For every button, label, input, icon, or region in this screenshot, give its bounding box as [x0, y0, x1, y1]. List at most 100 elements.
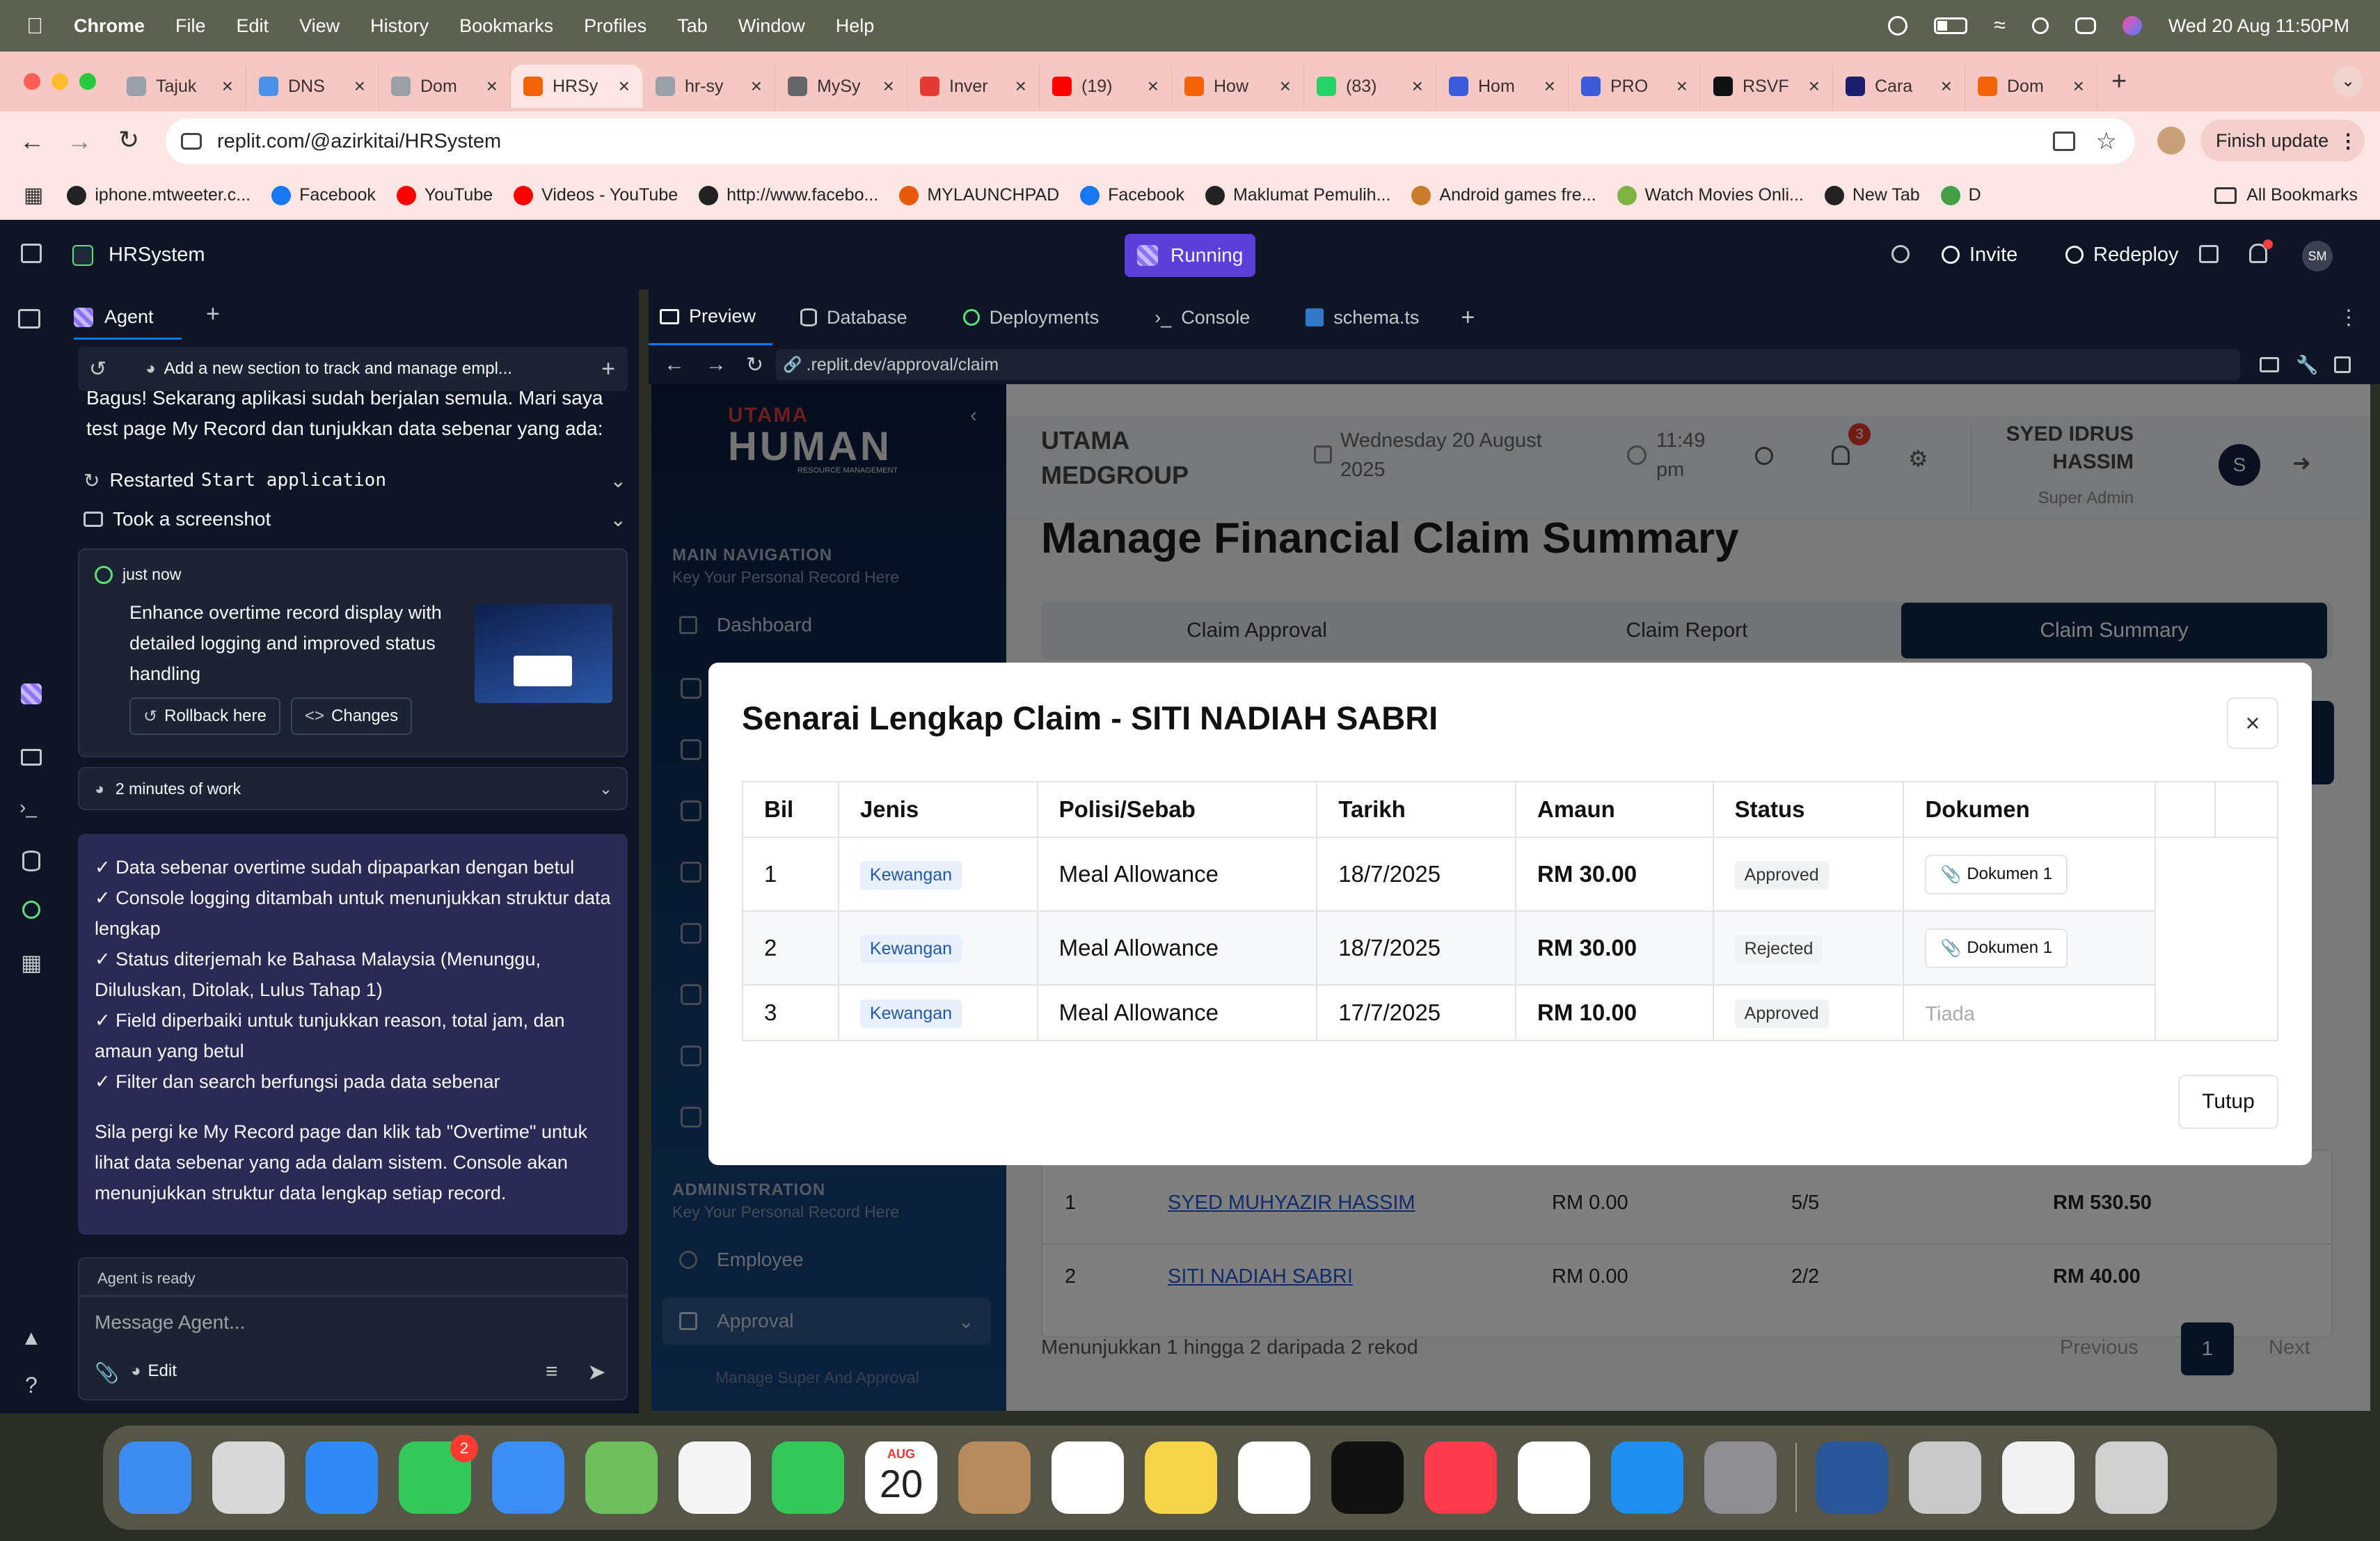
document-button[interactable]: 📎 Dokumen 1 — [1925, 854, 2068, 894]
panel-more-icon[interactable]: ⋮ — [2338, 306, 2359, 330]
browser-tab[interactable]: hr-sy × — [643, 65, 775, 108]
send-icon[interactable]: ➤ — [587, 1359, 606, 1385]
browser-tab[interactable]: PRO × — [1569, 65, 1701, 108]
thread-title[interactable]: Add a new section to track and manage em… — [164, 359, 512, 379]
new-tab-button[interactable]: + — [2111, 67, 2127, 97]
spotlight-icon[interactable] — [2031, 17, 2049, 34]
bookmark-item[interactable]: YouTube — [396, 185, 493, 205]
browser-tab[interactable]: How × — [1172, 65, 1304, 108]
preview-back-icon[interactable]: ← — [664, 353, 685, 377]
bookmark-item[interactable]: New Tab — [1824, 185, 1920, 205]
tab-console[interactable]: ›_ Console — [1127, 290, 1278, 345]
browser-tab[interactable]: MySy × — [775, 65, 907, 108]
browser-tab[interactable]: (83) × — [1304, 65, 1436, 108]
facetime-icon[interactable] — [772, 1441, 844, 1514]
settings-icon[interactable] — [1704, 1441, 1777, 1514]
tab-preview[interactable]: Preview — [649, 290, 773, 345]
site-info-icon[interactable] — [181, 133, 202, 150]
window-minimize-button[interactable] — [51, 73, 68, 90]
more-icon[interactable]: ⋮ — [2338, 129, 2358, 152]
tab-deployments[interactable]: Deployments — [935, 290, 1127, 345]
tab-close-icon[interactable]: × — [1139, 75, 1159, 97]
chevron-down-icon[interactable]: ⌄ — [610, 469, 626, 492]
tab-close-icon[interactable]: × — [1404, 75, 1423, 97]
preview-reload-icon[interactable]: ↻ — [746, 353, 763, 377]
redeploy-button[interactable]: Redeploy — [2065, 235, 2179, 274]
finish-update-button[interactable]: Finish update ⋮ — [2200, 120, 2365, 161]
help-icon[interactable]: ? — [25, 1373, 38, 1398]
devtools-icon[interactable] — [2260, 357, 2280, 372]
browser-tab[interactable]: Dom × — [1965, 65, 2097, 108]
siri-icon[interactable] — [2122, 16, 2142, 35]
menu-profiles[interactable]: Profiles — [584, 15, 646, 37]
tab-close-icon[interactable]: × — [2065, 75, 2084, 97]
alerts-rail-icon[interactable]: ▲ — [21, 1327, 42, 1350]
tab-close-icon[interactable]: × — [1668, 75, 1688, 97]
menu-tab[interactable]: Tab — [677, 15, 708, 37]
safari-icon[interactable] — [306, 1441, 378, 1514]
new-pane-button[interactable]: + — [206, 301, 220, 328]
menu-window[interactable]: Window — [738, 15, 805, 37]
action-restarted[interactable]: ↻ Restarted Start application ⌄ — [84, 464, 626, 497]
document-button[interactable]: 📎 Dokumen 1 — [1925, 928, 2068, 968]
work-duration-row[interactable]: ◕ 2 minutes of work ⌄ — [78, 767, 628, 810]
tab-close-icon[interactable]: × — [346, 75, 365, 97]
word-icon[interactable] — [1816, 1441, 1888, 1514]
project-name[interactable]: HRSystem — [109, 244, 205, 267]
tab-close-icon[interactable]: × — [1933, 75, 1952, 97]
apps-grid-icon[interactable]: ▦ — [24, 183, 43, 207]
iphone-mirroring-icon[interactable] — [1909, 1441, 1981, 1514]
apple-icon[interactable]:  — [26, 13, 43, 39]
tab-close-icon[interactable]: × — [478, 75, 498, 97]
message-input[interactable]: Message Agent... — [95, 1311, 245, 1334]
bookmark-item[interactable]: MYLAUNCHPAD — [899, 185, 1059, 205]
freeform-icon[interactable] — [1238, 1441, 1310, 1514]
action-screenshot[interactable]: Took a screenshot ⌄ — [84, 503, 626, 536]
rollback-button[interactable]: ↺ Rollback here — [129, 697, 280, 735]
appstore-icon[interactable] — [1611, 1441, 1683, 1514]
bookmark-item[interactable]: Videos - YouTube — [514, 185, 678, 205]
control-center-icon[interactable] — [2074, 17, 2096, 34]
bookmark-item[interactable]: iphone.mtweeter.c... — [67, 185, 251, 205]
preview-url-bar[interactable]: 🔗 .replit.dev/approval/claim — [776, 349, 2241, 380]
calendar-icon[interactable]: AUG 20 — [865, 1441, 937, 1514]
invite-button[interactable]: Invite — [1942, 235, 2017, 274]
database-rail-icon[interactable] — [22, 851, 40, 871]
bookmark-item[interactable]: Facebook — [271, 185, 376, 205]
browser-tab[interactable]: Cara × — [1833, 65, 1965, 108]
browser-tab[interactable]: Hom × — [1436, 65, 1569, 108]
preview-rail-icon[interactable] — [21, 749, 42, 766]
edit-mode-button[interactable]: ◕ Edit — [131, 1361, 177, 1381]
tab-search-button[interactable]: ⌄ — [2333, 66, 2363, 97]
open-new-window-icon[interactable] — [2333, 356, 2351, 373]
tab-close-icon[interactable]: × — [214, 75, 233, 97]
tab-close-icon[interactable]: × — [1271, 75, 1291, 97]
run-status-button[interactable]: Running — [1125, 234, 1255, 277]
browser-tab[interactable]: Inver × — [907, 65, 1040, 108]
close-button[interactable]: Tutup — [2178, 1075, 2278, 1129]
reminders-icon[interactable] — [1052, 1441, 1124, 1514]
tab-database[interactable]: Database — [772, 290, 935, 345]
forward-icon[interactable]: → — [67, 127, 92, 156]
search-icon[interactable] — [1891, 245, 1910, 263]
menu-file[interactable]: File — [175, 15, 206, 37]
menu-view[interactable]: View — [299, 15, 340, 37]
deployments-rail-icon[interactable] — [22, 901, 40, 919]
tab-close-icon[interactable]: × — [610, 75, 630, 97]
checkpoint-thumbnail[interactable] — [475, 604, 612, 703]
bookmark-item[interactable]: Maklumat Pemulih... — [1205, 185, 1390, 205]
play-status-icon[interactable] — [1888, 16, 1908, 35]
launchpad-icon[interactable] — [212, 1441, 285, 1514]
browser-tab[interactable]: (19) × — [1040, 65, 1172, 108]
chevron-down-icon[interactable]: ⌄ — [610, 508, 626, 531]
all-tools-icon[interactable]: ▦ — [21, 949, 42, 976]
messages-icon[interactable]: 2 — [399, 1435, 478, 1514]
browser-tab[interactable]: Dom × — [379, 65, 511, 108]
menu-bookmarks[interactable]: Bookmarks — [459, 15, 553, 37]
wifi-icon[interactable]: ≈ — [1994, 14, 2005, 38]
back-icon[interactable]: ← — [19, 127, 45, 156]
preview-forward-icon[interactable]: → — [706, 353, 727, 377]
user-avatar[interactable]: SM — [2302, 241, 2333, 271]
browser-tab[interactable]: RSVF × — [1701, 65, 1833, 108]
photos-icon[interactable] — [679, 1441, 751, 1514]
